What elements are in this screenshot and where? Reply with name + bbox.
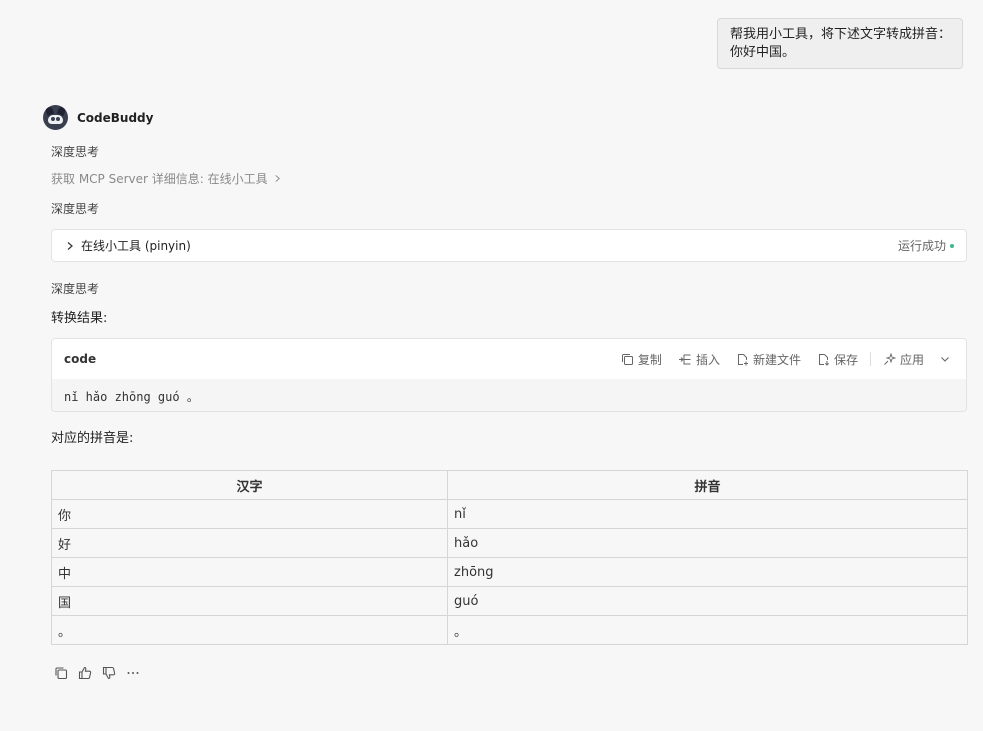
chevron-right-icon — [275, 175, 280, 182]
user-message-line-1: 帮我用小工具，将下述文字转成拼音： — [730, 27, 952, 42]
chat-page: 帮我用小工具，将下述文字转成拼音： 你好中国。 CodeBuddy 深度思考 获… — [0, 0, 983, 731]
copy-response-button[interactable] — [53, 665, 69, 681]
sparkle-icon — [884, 352, 896, 365]
table-cell-hanzi: 。 — [51, 615, 448, 645]
deep-thinking-toggle-1[interactable]: 深度思考 — [51, 143, 99, 160]
table-row: 。 。 — [51, 615, 968, 645]
apply-label: 应用 — [899, 352, 924, 367]
more-icon — [127, 672, 139, 674]
agent-header: CodeBuddy — [43, 105, 153, 130]
chevron-down-icon — [941, 357, 949, 362]
table-header-hanzi: 汉字 — [51, 470, 448, 500]
pinyin-label: 对应的拼音是: — [51, 431, 134, 446]
table-row: 好 hǎo — [51, 528, 968, 558]
copy-icon — [55, 667, 68, 680]
save-icon — [818, 353, 830, 366]
thumbs-down-icon — [102, 666, 116, 680]
table-row: 国 guó — [51, 586, 968, 616]
code-content: nǐ hǎo zhōng guó 。 — [64, 390, 199, 404]
code-language-label: code — [64, 352, 97, 366]
save-label: 保存 — [833, 352, 858, 367]
deep-thinking-toggle-2[interactable]: 深度思考 — [51, 200, 99, 217]
insert-button[interactable]: 插入 — [678, 351, 720, 368]
copy-label: 复制 — [637, 352, 662, 367]
tool-call-status: 运行成功 — [898, 237, 954, 254]
code-actions: 复制 插入 新建文件 保存 应用 — [621, 351, 954, 368]
table-header-pinyin: 拼音 — [447, 470, 968, 500]
code-block: code 复制 插入 新建文件 保存 应用 nǐ hǎo zhōng guó 。 — [51, 338, 967, 412]
tool-call-card[interactable]: 在线小工具 (pinyin) 运行成功 — [51, 229, 967, 262]
toolbar-divider — [869, 352, 871, 366]
insert-label: 插入 — [695, 352, 720, 367]
result-label: 转换结果: — [51, 311, 108, 326]
like-button[interactable] — [77, 665, 93, 681]
copy-button[interactable]: 复制 — [621, 351, 662, 368]
table-cell-hanzi: 你 — [51, 499, 448, 529]
user-message-bubble: 帮我用小工具，将下述文字转成拼音： 你好中国。 — [717, 18, 963, 69]
table-row: 你 nǐ — [51, 499, 968, 529]
expand-dropdown-button[interactable] — [940, 354, 954, 364]
apply-button[interactable]: 应用 — [883, 351, 924, 368]
more-button[interactable] — [125, 665, 141, 681]
table-cell-pinyin: zhōng — [447, 557, 968, 587]
status-dot-icon — [950, 243, 954, 248]
table-row: 中 zhōng — [51, 557, 968, 587]
table-cell-pinyin: nǐ — [447, 499, 968, 529]
tool-call-status-text: 运行成功 — [897, 239, 946, 253]
pinyin-table: 汉字 拼音 你 nǐ 好 hǎo 中 zhōng 国 guó 。 。 — [51, 470, 968, 645]
table-header-row: 汉字 拼音 — [51, 470, 968, 500]
new-file-icon — [737, 353, 748, 365]
feedback-bar — [53, 665, 149, 681]
table-cell-pinyin: 。 — [447, 615, 968, 645]
user-message-line-2: 你好中国。 — [730, 45, 796, 60]
copy-icon — [621, 353, 633, 365]
avatar — [43, 105, 68, 130]
thumbs-up-icon — [78, 666, 92, 680]
insert-icon — [678, 354, 691, 364]
deep-thinking-toggle-3[interactable]: 深度思考 — [51, 280, 99, 297]
chevron-right-icon — [67, 241, 73, 250]
mcp-server-info-link[interactable]: 获取 MCP Server 详细信息: 在线小工具 — [51, 170, 281, 187]
agent-name: CodeBuddy — [77, 110, 154, 125]
table-cell-hanzi: 国 — [51, 586, 448, 616]
table-cell-hanzi: 中 — [51, 557, 448, 587]
tool-call-name: 在线小工具 (pinyin) — [81, 239, 191, 253]
table-cell-pinyin: hǎo — [447, 528, 968, 558]
new-file-label: 新建文件 — [752, 352, 801, 367]
table-cell-hanzi: 好 — [51, 528, 448, 558]
code-block-header: code 复制 插入 新建文件 保存 应用 — [52, 339, 966, 379]
table-cell-pinyin: guó — [447, 586, 968, 616]
mcp-server-info-label: 获取 MCP Server 详细信息: 在线小工具 — [51, 172, 268, 186]
dislike-button[interactable] — [101, 665, 117, 681]
save-button[interactable]: 保存 — [817, 351, 858, 368]
new-file-button[interactable]: 新建文件 — [736, 351, 801, 368]
